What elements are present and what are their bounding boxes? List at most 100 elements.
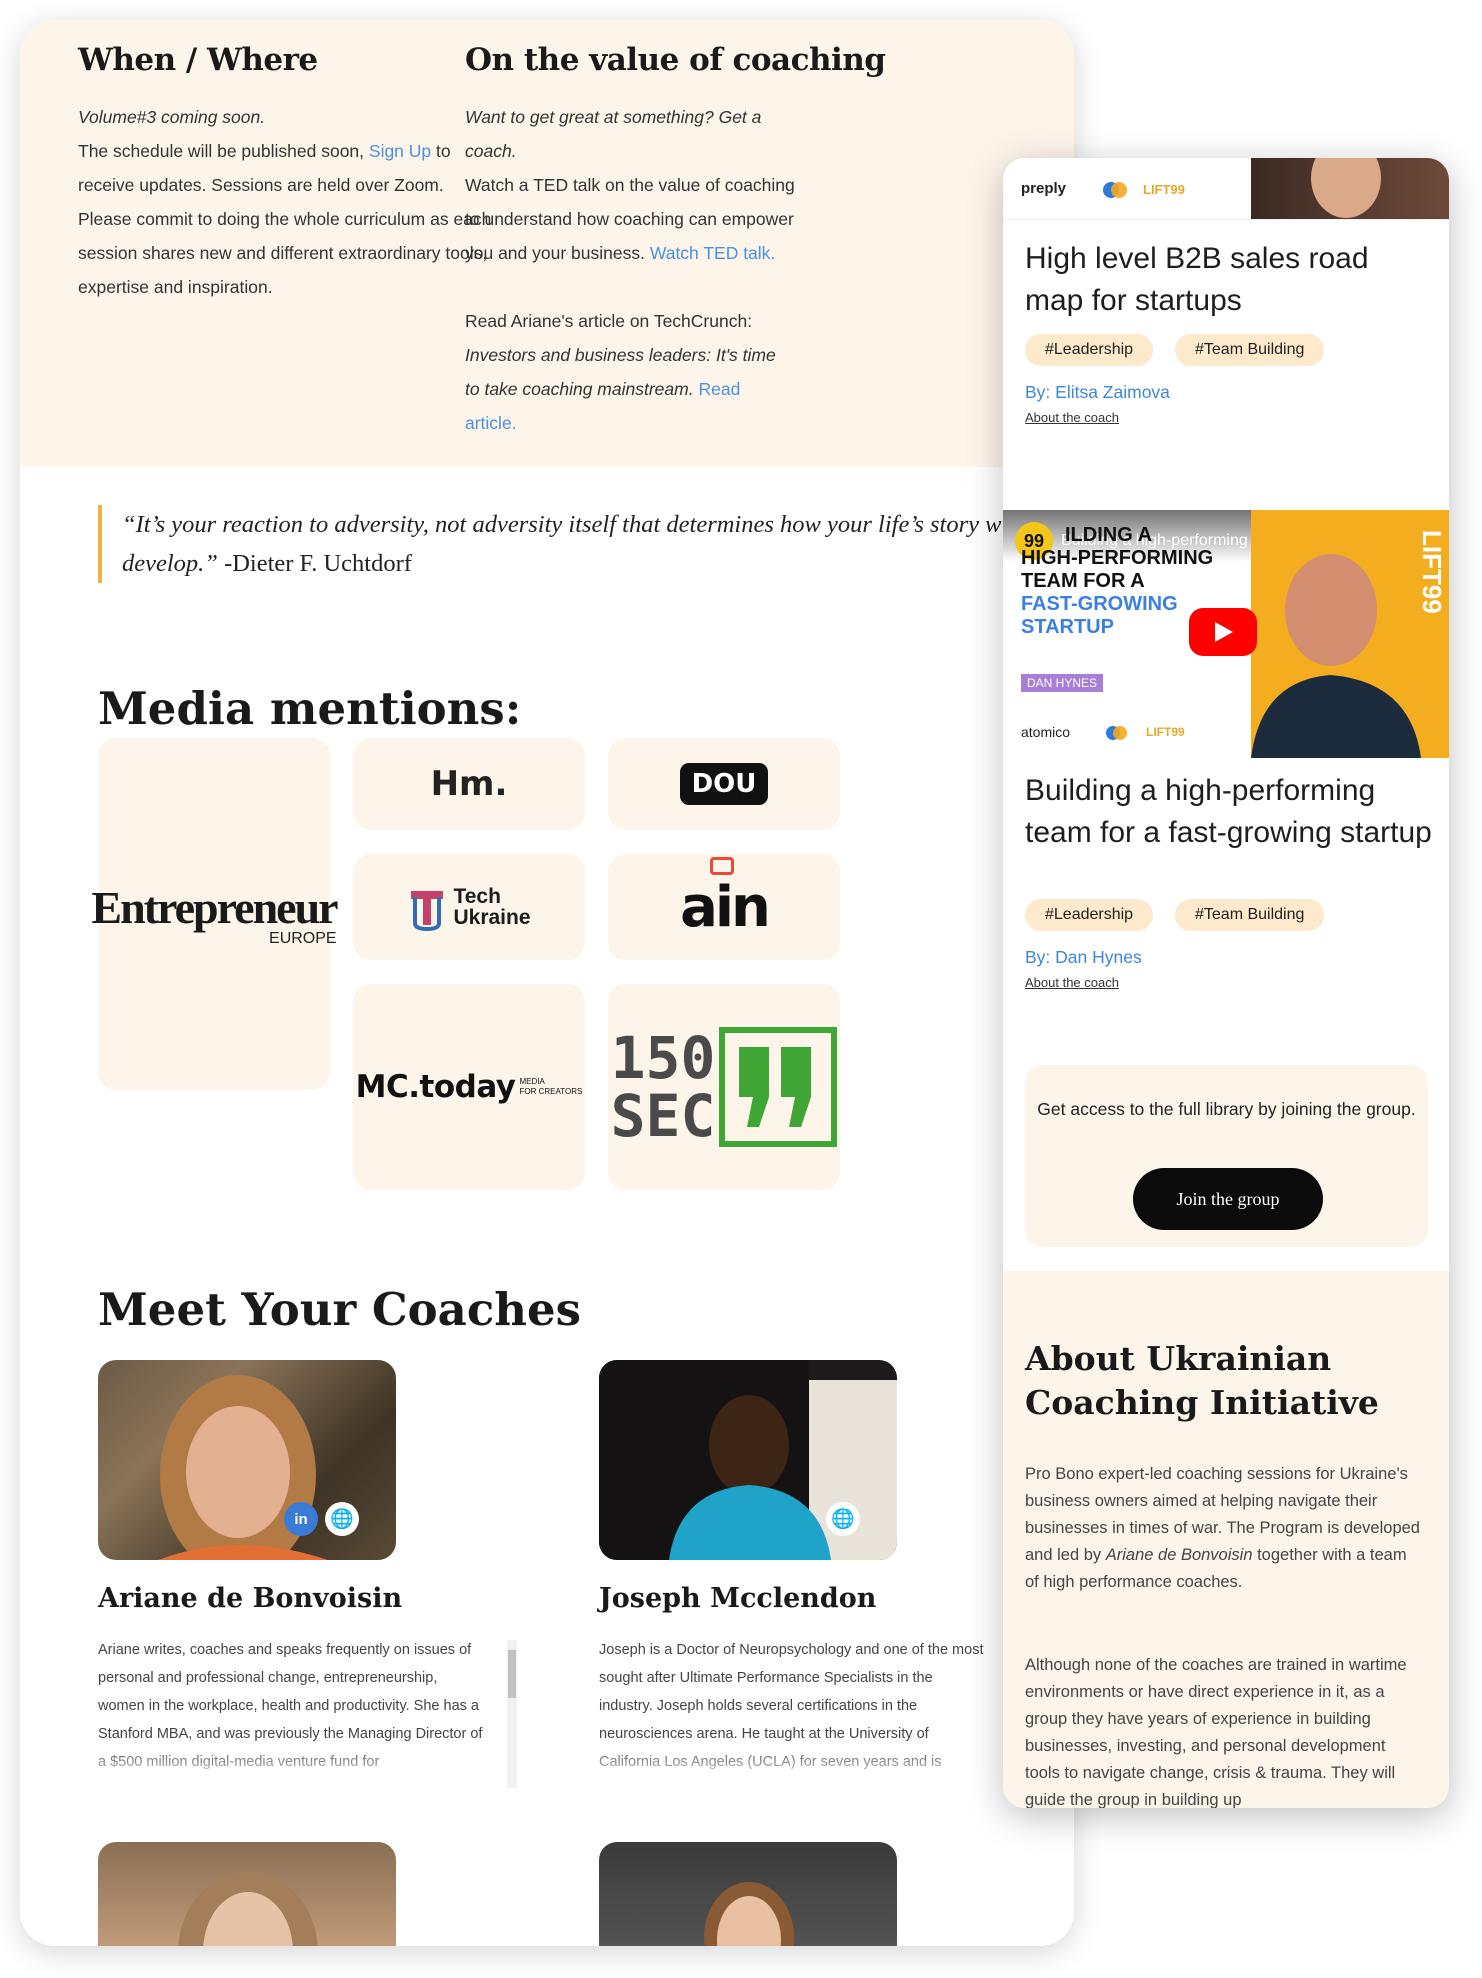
speaker-photo [1251, 158, 1449, 219]
tech-ukraine-line2: Ukraine [453, 906, 531, 929]
brand-dot-orange [1111, 182, 1127, 198]
media-heading: Media mentions: [98, 682, 522, 735]
coach-photo-ariane: in 🌐 [98, 1360, 396, 1560]
ain-wordmark: ain [680, 874, 771, 940]
card-1-title[interactable]: High level B2B sales road map for startu… [1025, 238, 1425, 322]
value-heading: On the value of coaching [465, 42, 886, 78]
video-thumb-1[interactable]: preply LIFT99 [1003, 158, 1449, 220]
mctoday-wordmark: MC.today [355, 1069, 516, 1105]
thumb-speaker-label: DAN HYNES [1021, 674, 1104, 692]
card-1-byline[interactable]: By: Elitsa Zaimova [1025, 382, 1170, 403]
tech-ukraine-tile[interactable]: Tech Ukraine [353, 854, 585, 960]
tech-ukraine-line1: Tech [453, 885, 501, 908]
sign-up-link[interactable]: Sign Up [369, 141, 431, 161]
website-globe-icon[interactable]: 🌐 [826, 1502, 860, 1536]
coach-name-ariane: Ariane de Bonvoisin [98, 1583, 403, 1614]
coach-photo-3 [98, 1842, 396, 1946]
ain-tile[interactable]: ain [608, 854, 840, 960]
side-banner-text: LIFT99 [1417, 530, 1447, 614]
mobile-page: preply LIFT99 High level B2B sales road … [1003, 158, 1449, 1808]
coach-name-joseph: Joseph Mcclendon [599, 1583, 877, 1614]
info-section: When / Where Volume#3 coming soon. The s… [20, 20, 1074, 467]
entrepreneur-logo: Entrepreneur EUROPE [91, 881, 338, 948]
ain-logo: ain [680, 856, 771, 940]
youtube-play-icon[interactable] [1189, 608, 1257, 656]
about-paragraph-2: Although none of the coaches are trained… [1025, 1656, 1407, 1808]
mctoday-sub-2: FOR CREATORS [519, 1087, 583, 1096]
dou-tile[interactable]: DOU [608, 738, 840, 830]
mctoday-sub-1: MEDIA [519, 1077, 545, 1086]
when-where-column: When / Where Volume#3 coming soon. The s… [78, 42, 498, 304]
ted-talk-link[interactable]: Watch TED talk. [650, 243, 775, 263]
about-p1-name: Ariane de Bonvoisin [1105, 1546, 1253, 1564]
desktop-page: When / Where Volume#3 coming soon. The s… [20, 20, 1074, 1946]
mctoday-sub: MEDIA FOR CREATORS [520, 1077, 583, 1097]
website-globe-icon[interactable]: 🌐 [325, 1502, 359, 1536]
linkedin-icon[interactable]: in [284, 1502, 318, 1536]
tag-team-building[interactable]: #Team Building [1175, 334, 1325, 366]
150sec-line2: SEC [610, 1082, 716, 1150]
coming-soon-text: Volume#3 coming soon. [78, 107, 266, 127]
about-heading: About Ukrainian Coaching Initiative [1025, 1339, 1379, 1422]
tag-leadership[interactable]: #Leadership [1025, 334, 1154, 366]
bio-scrollbar[interactable] [507, 1640, 517, 1788]
bio-fade [98, 1746, 488, 1786]
dou-logo: DOU [679, 763, 769, 805]
hm-tile[interactable]: Hm. [353, 738, 585, 830]
thumb-line-2: HIGH-PERFORMING [1021, 547, 1214, 569]
tech-ukraine-icon [411, 891, 444, 931]
coaches-heading: Meet Your Coaches [98, 1283, 581, 1336]
about-paragraph-1: Pro Bono expert-led coaching sessions fo… [1025, 1461, 1420, 1596]
thumb-headline: ILDING A HIGH-PERFORMING TEAM FOR A FAST… [1021, 524, 1213, 639]
coach-portrait-4 [704, 1882, 794, 1946]
bio-fade [599, 1746, 989, 1786]
value-column: On the value of coaching Want to get gre… [465, 42, 886, 440]
thumb-line-1: ILDING A [1065, 524, 1153, 546]
schedule-text-2: to receive updates. Sessions are held ov… [78, 141, 492, 297]
thumb-line-3: TEAM FOR A [1021, 570, 1145, 592]
quote-author: -Dieter F. Uchtdorf [217, 550, 412, 577]
lift99-logo: LIFT99 [1143, 182, 1185, 197]
thumb-line-5: STARTUP [1021, 616, 1114, 638]
coach-photo-4 [599, 1842, 897, 1946]
entrepreneur-wordmark: Entrepreneur [91, 881, 338, 933]
mctoday-tile[interactable]: MC.today MEDIA FOR CREATORS [353, 984, 585, 1190]
value-intro: Want to get great at something? Get a co… [465, 107, 762, 161]
speaker-face [1311, 158, 1381, 218]
speaker-photo: LIFT99 [1251, 510, 1449, 758]
150sec-logo: 150 SEC [611, 1029, 716, 1145]
lift99-logo: LIFT99 [1146, 725, 1185, 739]
when-where-body: Volume#3 coming soon. The schedule will … [78, 100, 498, 304]
about-section: About Ukrainian Coaching Initiative Pro … [1003, 1271, 1449, 1808]
hm-logo: Hm. [430, 764, 508, 804]
card-2-title[interactable]: Building a high-performing team for a fa… [1025, 770, 1435, 854]
card-1-about-coach-link[interactable]: About the coach [1025, 410, 1119, 425]
tech-ukraine-logo: Tech Ukraine [453, 886, 530, 928]
library-access-box: Get access to the full library by joinin… [1025, 1065, 1428, 1247]
coach-bio-joseph[interactable]: Joseph is a Doctor of Neuropsychology an… [599, 1636, 989, 1786]
card-2-byline[interactable]: By: Dan Hynes [1025, 947, 1142, 968]
coach-photo-joseph: 🌐 [599, 1360, 897, 1560]
schedule-text: The schedule will be published soon, [78, 141, 369, 161]
video-thumb-2[interactable]: 99 Building a high-performing team for .… [1003, 510, 1449, 758]
150sec-quote-icon [719, 1027, 838, 1147]
coach-portrait-3 [178, 1872, 318, 1946]
value-body: Want to get great at something? Get a co… [465, 100, 795, 440]
library-access-text: Get access to the full library by joinin… [1037, 1099, 1416, 1119]
card-2-about-coach-link[interactable]: About the coach [1025, 975, 1119, 990]
brand-dot-orange [1113, 726, 1127, 740]
article-text: Read Ariane's article on TechCrunch: [465, 311, 753, 331]
quote-block: “It’s your reaction to adversity, not ad… [98, 505, 1028, 583]
coach-bio-ariane[interactable]: Ariane writes, coaches and speaks freque… [98, 1636, 488, 1786]
when-where-heading: When / Where [78, 42, 318, 78]
tag-leadership[interactable]: #Leadership [1025, 899, 1154, 931]
preply-logo: preply [1021, 180, 1067, 197]
150sec-tile[interactable]: 150 SEC [608, 984, 840, 1190]
atomico-logo: atomico [1021, 724, 1071, 740]
join-group-button[interactable]: Join the group [1133, 1168, 1323, 1230]
entrepreneur-tile[interactable]: Entrepreneur EUROPE [91, 738, 339, 1090]
thumb-line-4: FAST-GROWING [1021, 593, 1178, 615]
tag-team-building[interactable]: #Team Building [1175, 899, 1325, 931]
bio-scrollbar-thumb[interactable] [508, 1650, 516, 1698]
150sec-line1: 150 [610, 1024, 716, 1092]
